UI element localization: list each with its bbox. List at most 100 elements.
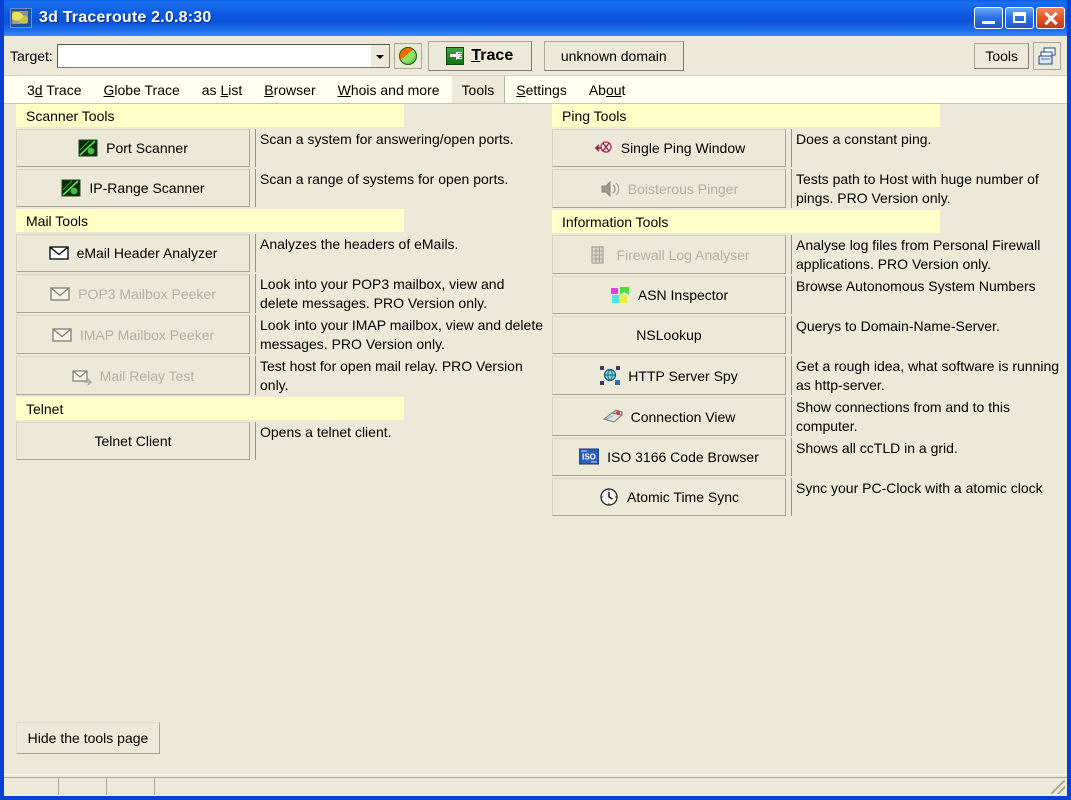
application-window: 3d Traceroute 2.0.8:30 Target: Trace unk… xyxy=(0,0,1071,800)
ping-icon-glyph xyxy=(593,138,613,158)
tool-row: Atomic Time Sync Sync your PC-Clock with … xyxy=(552,478,1062,516)
minimize-button[interactable] xyxy=(974,7,1003,29)
trace-button-label: Trace xyxy=(471,47,513,65)
tab-browser[interactable]: Browser xyxy=(253,76,326,103)
tool-button-mail-relay-test: Mail Relay Test xyxy=(16,356,250,395)
close-button[interactable] xyxy=(1036,7,1065,29)
unknown-domain-button[interactable]: unknown domain xyxy=(544,41,684,71)
tab-tools[interactable]: Tools xyxy=(451,76,506,103)
clock-icon-glyph xyxy=(599,487,619,507)
globe-icon-button[interactable] xyxy=(394,43,422,69)
target-input[interactable] xyxy=(58,45,370,67)
svg-text:ISO: ISO xyxy=(582,453,596,462)
mail-relay-icon-glyph xyxy=(72,366,92,386)
tool-row: ISOISO 3166 Code BrowserShows all ccTLD … xyxy=(552,438,1062,476)
tool-description: Scan a range of systems for open ports. xyxy=(255,169,544,207)
print-icon[interactable] xyxy=(1033,42,1061,70)
iso-badge-icon-glyph: ISO xyxy=(579,447,599,467)
title-bar: 3d Traceroute 2.0.8:30 xyxy=(4,0,1067,36)
resize-grip-icon[interactable] xyxy=(1051,780,1065,794)
firewall-icon xyxy=(588,245,608,265)
envelope-icon xyxy=(49,243,69,263)
tool-description: Browse Autonomous System Numbers xyxy=(791,276,1062,314)
maximize-button[interactable] xyxy=(1005,7,1034,29)
http-globe-icon-glyph xyxy=(600,366,620,386)
clock-icon xyxy=(599,487,619,507)
tool-button-iso-3166-code-browser[interactable]: ISOISO 3166 Code Browser xyxy=(552,438,786,476)
tab-settings[interactable]: Settings xyxy=(505,76,578,103)
tool-button-ip-range-scanner[interactable]: IP-Range Scanner xyxy=(16,169,250,207)
tool-button-label: Boisterous Pinger xyxy=(628,181,739,197)
tool-button-asn-inspector[interactable]: ASN Inspector xyxy=(552,276,786,314)
tool-description: Look into your IMAP mailbox, view and de… xyxy=(255,315,544,354)
radar-scanner-icon-glyph xyxy=(61,178,81,198)
status-panel-2 xyxy=(59,777,107,795)
tool-row: Mail Relay Test Test host for open mail r… xyxy=(16,356,544,395)
tool-description: Querys to Domain-Name-Server. xyxy=(791,316,1062,354)
http-globe-icon xyxy=(600,366,620,386)
tab-3d-trace[interactable]: 3d Trace xyxy=(16,76,93,103)
radar-scanner-icon-glyph xyxy=(78,138,98,158)
tab-about[interactable]: About xyxy=(578,76,637,103)
tab-whois-and-more[interactable]: Whois and more xyxy=(327,76,451,103)
section-header: Information Tools xyxy=(552,210,940,233)
tools-left-column: Scanner ToolsPort ScannerScan a system f… xyxy=(16,104,544,462)
tool-row: Telnet Client Opens a telnet client. xyxy=(16,422,544,460)
tool-description: Sync your PC-Clock with a atomic clock xyxy=(791,478,1062,516)
tool-description-text: Test host for open mail relay. PRO Versi… xyxy=(260,357,544,395)
print-icon-glyph xyxy=(1038,47,1057,66)
tool-button-port-scanner[interactable]: Port Scanner xyxy=(16,129,250,167)
window-title: 3d Traceroute 2.0.8:30 xyxy=(39,9,972,27)
section-header: Telnet xyxy=(16,397,404,420)
tool-button-single-ping-window[interactable]: Single Ping Window xyxy=(552,129,786,167)
tools-right-column: Ping ToolsSingle Ping WindowDoes a const… xyxy=(552,104,1062,518)
tools-menu-button[interactable]: Tools xyxy=(974,43,1029,69)
tool-description-text: Querys to Domain-Name-Server. xyxy=(796,317,1000,336)
tool-row: Single Ping Window Does a constant ping. xyxy=(552,129,1062,167)
tool-description-text: Scan a system for answering/open ports. xyxy=(260,130,514,149)
firewall-icon-glyph xyxy=(588,245,608,265)
envelope-icon-glyph xyxy=(49,243,69,263)
trace-button[interactable]: Trace xyxy=(428,41,532,71)
tool-button-imap-mailbox-peeker: IMAP Mailbox Peeker xyxy=(16,315,250,354)
tool-button-email-header-analyzer[interactable]: eMail Header Analyzer xyxy=(16,234,250,272)
tool-description: Scan a system for answering/open ports. xyxy=(255,129,544,167)
tool-row: NSLookup Querys to Domain-Name-Server. xyxy=(552,316,1062,354)
toolbar: Target: Trace unknown domain Tools xyxy=(4,36,1067,76)
tool-row: eMail Header AnalyzerAnalyzes the header… xyxy=(16,234,544,272)
tool-button-label: IP-Range Scanner xyxy=(89,180,204,196)
tool-description-text: Does a constant ping. xyxy=(796,130,931,149)
tool-button-label: Port Scanner xyxy=(106,140,188,156)
tab-as-list[interactable]: as List xyxy=(191,76,253,103)
tool-description: Test host for open mail relay. PRO Versi… xyxy=(255,356,544,395)
tool-row: Connection ViewShow connections from and… xyxy=(552,397,1062,436)
tool-button-nslookup[interactable]: NSLookup xyxy=(552,316,786,354)
target-combobox[interactable] xyxy=(57,44,390,68)
tool-description: Shows all ccTLD in a grid. xyxy=(791,438,1062,476)
tool-row: IP-Range Scanner Scan a range of systems … xyxy=(16,169,544,207)
radar-scanner-icon xyxy=(61,178,81,198)
tool-description: Tests path to Host with huge number of p… xyxy=(791,169,1062,208)
tool-description: Does a constant ping. xyxy=(791,129,1062,167)
tab-globe-trace[interactable]: Globe Trace xyxy=(93,76,191,103)
tool-button-http-server-spy[interactable]: HTTP Server Spy xyxy=(552,356,786,395)
tool-button-label: Connection View xyxy=(631,409,736,425)
tool-description-text: Opens a telnet client. xyxy=(260,423,392,442)
tool-row: HTTP Server Spy Get a rough idea, what so… xyxy=(552,356,1062,395)
tool-description-text: Get a rough idea, what software is runni… xyxy=(796,357,1062,395)
tool-button-atomic-time-sync[interactable]: Atomic Time Sync xyxy=(552,478,786,516)
tool-button-label: Mail Relay Test xyxy=(100,368,195,384)
tool-button-telnet-client[interactable]: Telnet Client xyxy=(16,422,250,460)
tool-button-label: Single Ping Window xyxy=(621,140,746,156)
hide-tools-page-button[interactable]: Hide the tools page xyxy=(16,722,160,754)
tool-button-label: Atomic Time Sync xyxy=(627,489,739,505)
asn-blocks-icon-glyph xyxy=(610,285,630,305)
chevron-down-icon[interactable] xyxy=(370,45,389,67)
tool-button-label: POP3 Mailbox Peeker xyxy=(78,286,216,302)
tool-button-label: eMail Header Analyzer xyxy=(77,245,218,261)
tool-button-connection-view[interactable]: Connection View xyxy=(552,397,786,436)
connection-icon xyxy=(603,407,623,427)
tool-button-pop3-mailbox-peeker: POP3 Mailbox Peeker xyxy=(16,274,250,313)
tool-button-boisterous-pinger: Boisterous Pinger xyxy=(552,169,786,208)
status-bar xyxy=(4,774,1067,796)
